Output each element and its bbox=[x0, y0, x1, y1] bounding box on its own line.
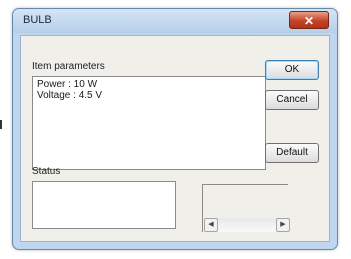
cancel-button[interactable]: Cancel bbox=[265, 90, 319, 110]
item-parameters-list[interactable]: Power : 10 W Voltage : 4.5 V bbox=[32, 76, 266, 170]
ok-button[interactable]: OK bbox=[265, 60, 319, 80]
status-box bbox=[32, 181, 176, 229]
horizontal-scrollbar[interactable]: ◀ ▶ bbox=[204, 218, 290, 232]
margin-mark bbox=[0, 120, 2, 129]
default-button[interactable]: Default bbox=[265, 143, 319, 163]
close-icon: ✕ bbox=[303, 14, 315, 28]
arrow-left-icon: ◀ bbox=[208, 221, 214, 228]
list-item: Power : 10 W bbox=[37, 79, 98, 90]
close-button[interactable]: ✕ bbox=[289, 11, 329, 29]
item-parameters-label: Item parameters bbox=[32, 61, 105, 72]
scroll-right-button[interactable]: ▶ bbox=[276, 218, 290, 232]
window-title: BULB bbox=[23, 14, 52, 26]
list-item: Voltage : 4.5 V bbox=[37, 90, 103, 101]
scroll-left-button[interactable]: ◀ bbox=[204, 218, 218, 232]
status-label: Status bbox=[32, 166, 61, 177]
title-bar[interactable]: BULB ✕ bbox=[13, 9, 337, 33]
arrow-right-icon: ▶ bbox=[280, 221, 286, 228]
